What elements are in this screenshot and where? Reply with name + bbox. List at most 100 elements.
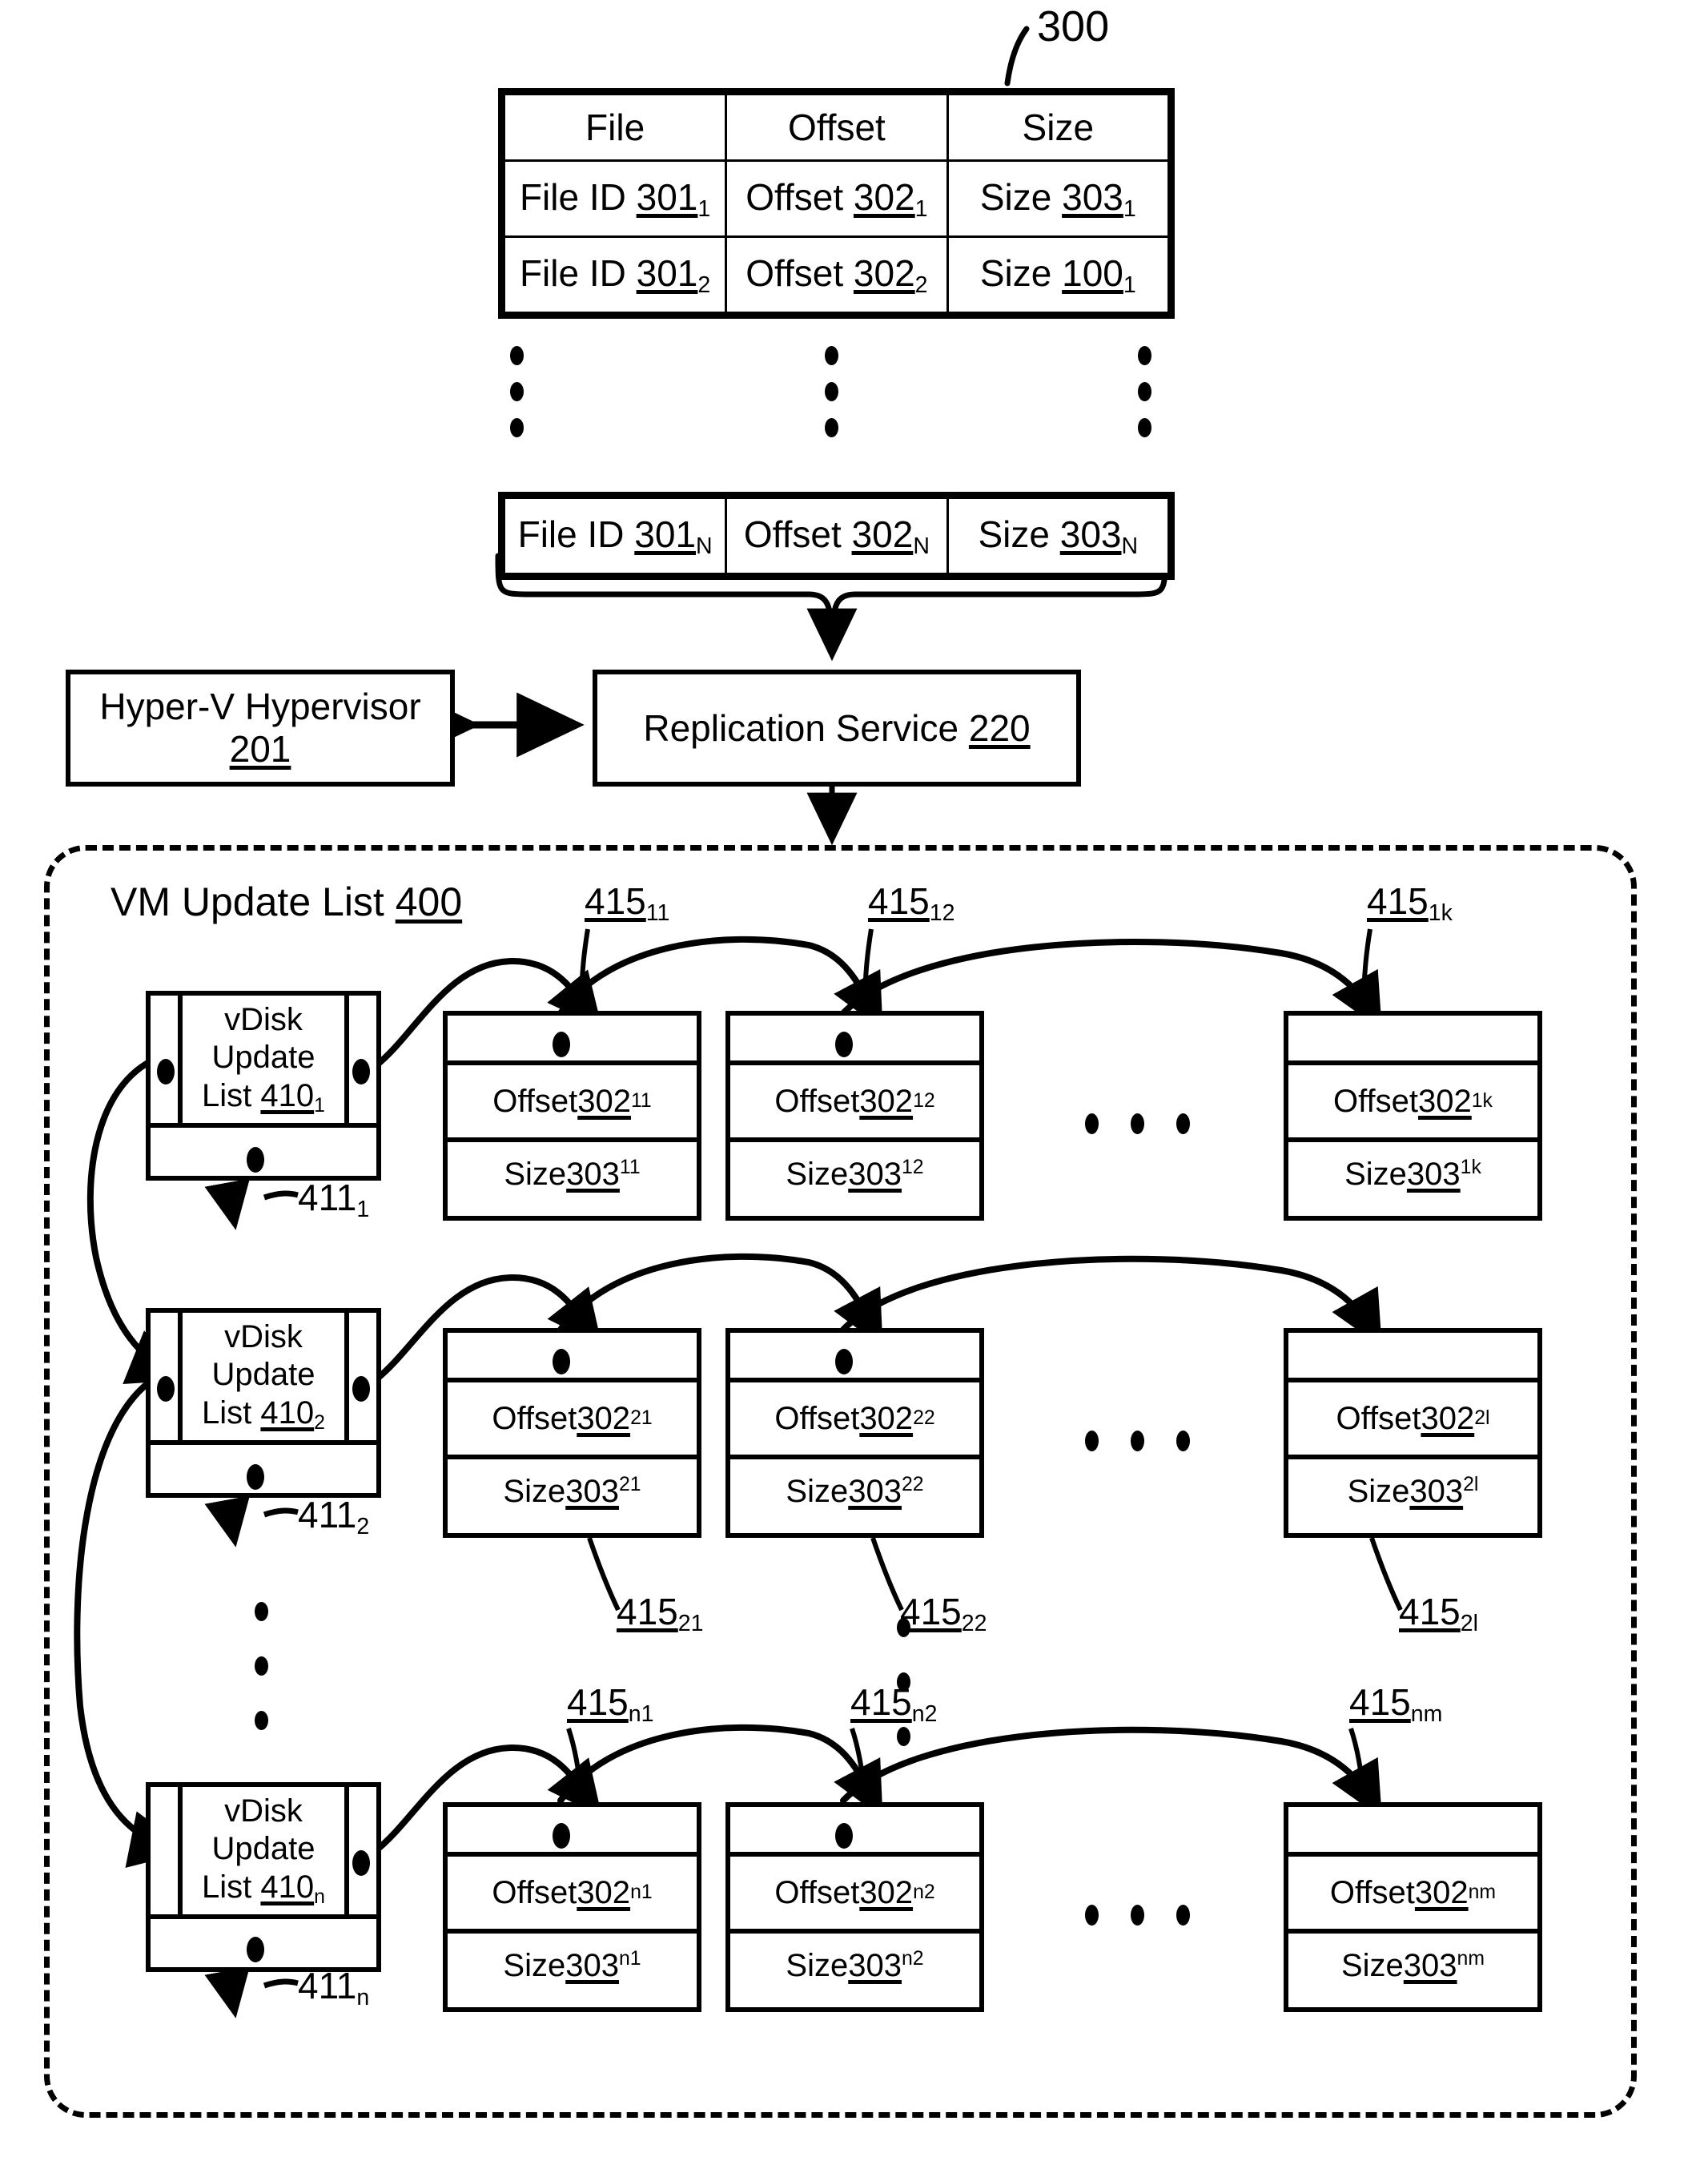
cell-file-n: File ID 301N [502, 497, 728, 575]
vdisk-column-ellipsis [255, 1602, 268, 1730]
vdisk-node-1-text: vDisk Update List 4101 [178, 996, 349, 1128]
cell-size-2: Size 1001 [946, 235, 1171, 314]
entry-1k-offset: Offset 302 1k [1288, 1065, 1537, 1142]
cell-size-1: Size 3031 [946, 159, 1171, 238]
vdisk-update-list-node-2: vDisk Update List 4102 [146, 1308, 381, 1498]
hypervisor-label: Hyper-V Hypervisor [99, 686, 421, 728]
ref-303-n: 303 [1059, 513, 1122, 555]
entry-n1-next-dot [553, 1823, 570, 1849]
update-entry-node-2l: Offset 302 2l Size 303 2l [1284, 1328, 1542, 1538]
figure-canvas: 300 File Offset Size File ID 3011 Offset… [0, 0, 1708, 2157]
vdisk-node-n-separator [151, 1914, 376, 1919]
vdisk-node-n-entry-pointer-dot [352, 1850, 370, 1876]
vdisk-node-n-next-pointer-dot [247, 1937, 264, 1962]
pointer-label-415-22: 41522 [900, 1591, 987, 1636]
entry-1k-size: Size 303 1k [1344, 1157, 1481, 1192]
vdisk-node-2-text: vDisk Update List 4102 [178, 1313, 349, 1445]
vdisk-node-1-entry-pointer-dot [352, 1059, 370, 1085]
vdisk-node-1-prev-pointer-dot [157, 1059, 175, 1085]
entry-12-size: Size 303 12 [786, 1157, 924, 1192]
cell-file-2: File ID 3012 [502, 235, 728, 314]
entry-n1-pointer-slot [448, 1807, 697, 1857]
entry-2l-size: Size 303 2l [1347, 1474, 1479, 1509]
vdisk-node-2-next-pointer-dot [247, 1464, 264, 1490]
ref-100-1: 100 [1062, 252, 1123, 294]
row-1-entries-ellipsis [1085, 1113, 1190, 1134]
entry-22-offset: Offset 302 22 [730, 1382, 979, 1459]
update-entry-node-1k: Offset 302 1k Size 303 1k [1284, 1011, 1542, 1221]
update-entry-node-n1: Offset 302 n1 Size 303 n1 [443, 1802, 701, 2012]
entry-21-next-dot [553, 1349, 570, 1374]
pointer-label-415-12: 41512 [868, 880, 955, 926]
update-entry-node-nm: Offset 302 nm Size 303 nm [1284, 1802, 1542, 2012]
entry-21-offset: Offset 302 21 [448, 1382, 697, 1459]
pointer-label-411-1: 4111 [298, 1177, 370, 1222]
replication-service-ref: 220 [968, 707, 1031, 749]
entry-22-next-dot [835, 1349, 853, 1374]
entry-12-offset: Offset 302 12 [730, 1065, 979, 1142]
file-offset-size-table: File Offset Size File ID 3011 Offset 302… [498, 88, 1175, 319]
vdisk-node-2-entry-pointer-dot [352, 1376, 370, 1402]
ref-301-2: 301 [636, 252, 698, 294]
table-row: File ID 301N Offset 302N Size 303N [502, 497, 1171, 575]
pointer-label-415-n2: 415n2 [850, 1681, 938, 1727]
cell-file-1: File ID 3011 [502, 159, 728, 238]
entry-1k-pointer-slot [1288, 1016, 1537, 1065]
entry-nm-pointer-slot [1288, 1807, 1537, 1857]
entry-21-size: Size 303 21 [503, 1474, 641, 1509]
entry-11-offset: Offset 302 11 [448, 1065, 697, 1142]
pointer-label-415-n1: 415n1 [567, 1681, 654, 1727]
cell-offset-2: Offset 3022 [725, 235, 949, 314]
entry-2l-pointer-slot [1288, 1333, 1537, 1382]
update-entry-node-21: Offset 302 21 Size 303 21 [443, 1328, 701, 1538]
update-entry-node-11: Offset 302 11 Size 303 11 [443, 1011, 701, 1221]
vm-update-list-title: VM Update List 400 [111, 879, 463, 924]
vdisk-update-list-node-1: vDisk Update List 4101 [146, 991, 381, 1181]
vdisk-node-2-prev-pointer-dot [157, 1376, 175, 1402]
entry-2l-offset: Offset 302 2l [1288, 1382, 1537, 1459]
entry-11-pointer-slot [448, 1016, 697, 1065]
table-ellipsis-offset [825, 346, 838, 437]
col-header-offset: Offset [725, 93, 949, 162]
entry-n2-size: Size 303 n2 [786, 1948, 924, 1983]
update-entry-node-22: Offset 302 22 Size 303 22 [725, 1328, 984, 1538]
entry-11-next-dot [553, 1032, 570, 1057]
entry-11-size: Size 303 11 [504, 1157, 641, 1192]
update-entry-node-n2: Offset 302 n2 Size 303 n2 [725, 1802, 984, 2012]
table-ellipsis-file [510, 346, 524, 437]
entry-n2-next-dot [835, 1823, 853, 1849]
entry-22-size: Size 303 22 [786, 1474, 924, 1509]
entry-12-pointer-slot [730, 1016, 979, 1065]
hypervisor-ref: 201 [229, 728, 291, 770]
table-row: File ID 3011 Offset 3021 Size 3031 [502, 159, 1171, 238]
cell-size-n: Size 303N [946, 497, 1171, 575]
col-header-size: Size [946, 93, 1171, 162]
vdisk-node-1-separator [151, 1123, 376, 1128]
col-header-file: File [502, 93, 728, 162]
row-n-entries-ellipsis [1085, 1905, 1190, 1926]
cell-offset-1: Offset 3021 [725, 159, 949, 238]
file-offset-size-table-last-row: File ID 301N Offset 302N Size 303N [498, 492, 1175, 580]
ref-302-n: 302 [851, 513, 914, 555]
hyper-v-hypervisor-box: Hyper-V Hypervisor 201 [66, 670, 455, 787]
pointer-label-415-nm: 415nm [1349, 1681, 1443, 1727]
ref-302-1: 302 [853, 175, 915, 218]
table-row: File ID 3012 Offset 3022 Size 1001 [502, 235, 1171, 314]
table-header-row: File Offset Size [502, 93, 1171, 162]
pointer-label-415-1k: 4151k [1367, 880, 1453, 926]
cell-offset-n: Offset 302N [725, 497, 949, 575]
row-2-entries-ellipsis [1085, 1431, 1190, 1451]
vdisk-node-1-next-pointer-dot [247, 1147, 264, 1173]
pointer-label-411-2: 4112 [298, 1494, 370, 1539]
entry-21-pointer-slot [448, 1333, 697, 1382]
entry-n2-offset: Offset 302 n2 [730, 1857, 979, 1934]
update-entry-node-12: Offset 302 12 Size 303 12 [725, 1011, 984, 1221]
vdisk-node-2-separator [151, 1440, 376, 1445]
ref-301-n: 301 [634, 513, 697, 555]
table-ellipsis-size [1138, 346, 1151, 437]
ref-301-1: 301 [636, 175, 698, 218]
pointer-label-415-11: 41511 [585, 880, 670, 926]
replication-service-box: Replication Service 220 [593, 670, 1081, 787]
ref-303-1: 303 [1062, 175, 1123, 218]
pointer-label-411-n: 411n [298, 1965, 370, 2010]
